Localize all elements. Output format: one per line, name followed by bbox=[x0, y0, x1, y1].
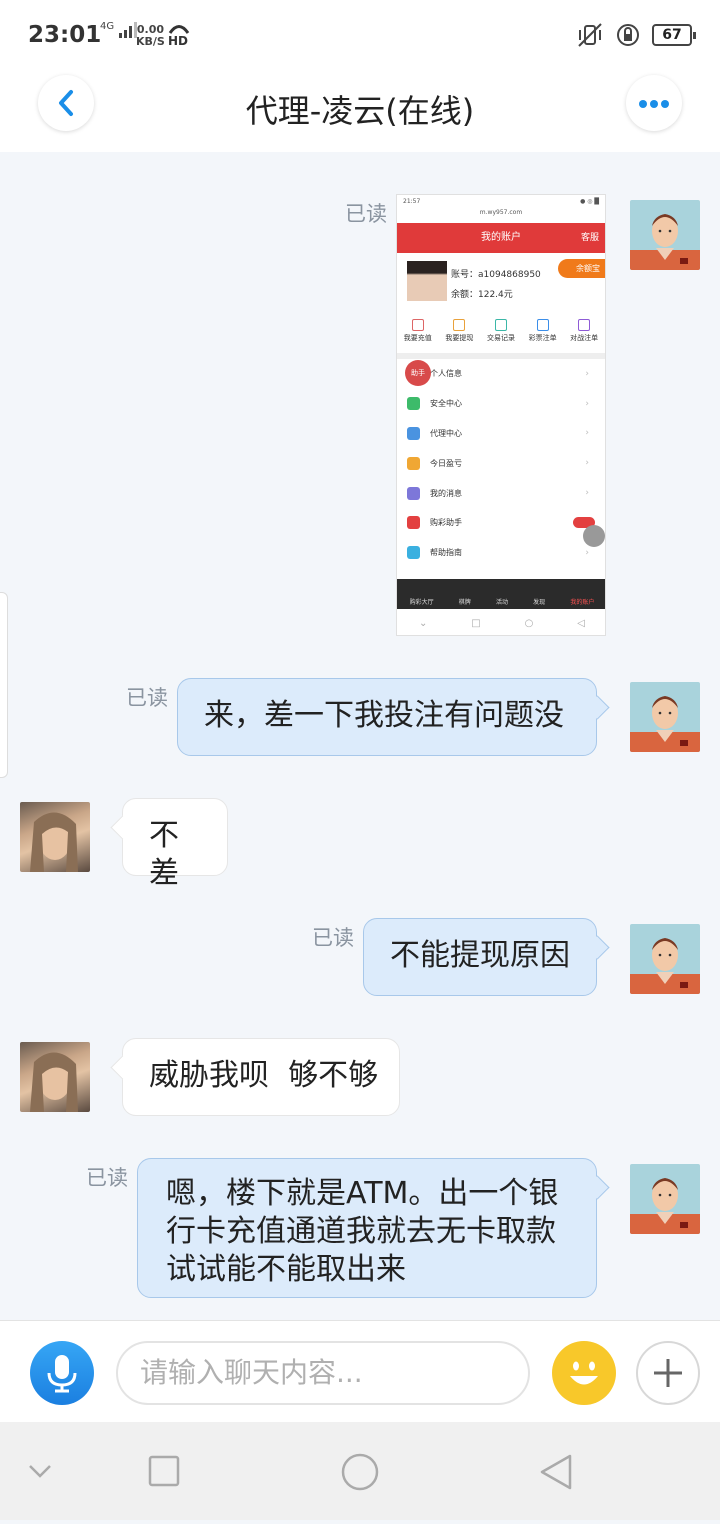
wifi-icon bbox=[168, 25, 190, 34]
message-bubble[interactable]: 威胁我呗 够不够 bbox=[122, 1038, 400, 1116]
shot-url: m.wy957.com bbox=[479, 209, 523, 216]
message-input[interactable]: 请输入聊天内容... bbox=[116, 1341, 530, 1405]
smiley-icon bbox=[570, 1361, 598, 1385]
contact-avatar[interactable] bbox=[20, 802, 90, 872]
status-icons: 67 bbox=[576, 22, 696, 48]
input-bar: 请输入聊天内容... bbox=[0, 1320, 720, 1422]
shot-tab-bar: 购彩大厅 棋牌 活动 发现 我的账户 bbox=[397, 579, 605, 609]
emoji-button[interactable] bbox=[552, 1341, 616, 1405]
man-avatar-illustration bbox=[630, 214, 700, 270]
hd-indicator: HD bbox=[168, 24, 190, 48]
vibrate-mute-icon bbox=[578, 23, 602, 47]
my-avatar[interactable] bbox=[630, 1164, 700, 1234]
chat-messages[interactable]: 已读 21:57 ● ◎ █ m.wy957.com 我的账户 客服 账号：a1… bbox=[0, 152, 720, 1320]
more-options-button[interactable] bbox=[636, 1341, 700, 1405]
page-title: 代理-凌云(在线) bbox=[245, 92, 475, 130]
shot-badge: 余额宝 bbox=[558, 259, 605, 278]
man-avatar-illustration bbox=[630, 1178, 700, 1234]
network-speed: 0.00 KB/S bbox=[136, 23, 165, 48]
microphone-icon bbox=[47, 1355, 77, 1393]
my-avatar[interactable] bbox=[630, 200, 700, 270]
shared-screenshot-image[interactable]: 21:57 ● ◎ █ m.wy957.com 我的账户 客服 账号：a1094… bbox=[396, 194, 606, 636]
collapse-icon bbox=[29, 1465, 51, 1478]
back-nav-icon bbox=[540, 1454, 572, 1490]
more-horizontal-icon bbox=[639, 100, 669, 108]
status-bar: 23:01 4G 0.00 KB/S HD 67 bbox=[0, 0, 720, 72]
woman-photo-avatar bbox=[30, 812, 78, 872]
chat-header: 代理-凌云(在线) bbox=[0, 72, 720, 152]
shot-helper-badge: 助手 bbox=[405, 360, 431, 386]
man-avatar-illustration bbox=[630, 696, 700, 752]
side-panel-edge bbox=[0, 592, 8, 778]
read-receipt: 已读 bbox=[86, 1166, 128, 1190]
woman-photo-avatar bbox=[30, 1052, 78, 1112]
recents-icon bbox=[148, 1455, 180, 1487]
system-navigation-bar bbox=[0, 1422, 720, 1520]
read-receipt: 已读 bbox=[126, 686, 168, 710]
more-button[interactable] bbox=[626, 75, 682, 131]
message-bubble[interactable]: 来，差一下我投注有问题没 bbox=[177, 678, 597, 756]
signal-icon bbox=[119, 22, 138, 38]
status-time: 23:01 bbox=[28, 22, 102, 48]
my-avatar[interactable] bbox=[630, 682, 700, 752]
message-bubble[interactable]: 不能提现原因 bbox=[363, 918, 597, 996]
lock-rotation-icon bbox=[617, 24, 639, 46]
message-bubble[interactable]: 不差 bbox=[122, 798, 228, 891]
battery-indicator: 67 bbox=[652, 24, 696, 46]
shot-avatar bbox=[407, 261, 447, 301]
shot-account: 账号：a1094868950 余额：122.4元 余额宝 bbox=[397, 253, 605, 315]
plus-icon bbox=[654, 1359, 682, 1387]
read-receipt: 已读 bbox=[345, 202, 387, 226]
contact-avatar[interactable] bbox=[20, 1042, 90, 1112]
network-indicator: 4G bbox=[100, 22, 138, 38]
home-icon bbox=[341, 1453, 379, 1491]
message-bubble[interactable]: 嗯，楼下就是ATM。出一个银 行卡充值通道我就去无卡取款 试试能不能取出来 bbox=[137, 1158, 597, 1298]
read-receipt: 已读 bbox=[312, 926, 354, 950]
man-avatar-illustration bbox=[630, 938, 700, 994]
my-avatar[interactable] bbox=[630, 924, 700, 994]
voice-button[interactable] bbox=[30, 1341, 94, 1405]
shot-quick-actions: 我要充值 我要提现 交易记录 彩票注单 对战注单 bbox=[397, 315, 605, 353]
shot-title-bar: 我的账户 客服 bbox=[397, 223, 605, 253]
